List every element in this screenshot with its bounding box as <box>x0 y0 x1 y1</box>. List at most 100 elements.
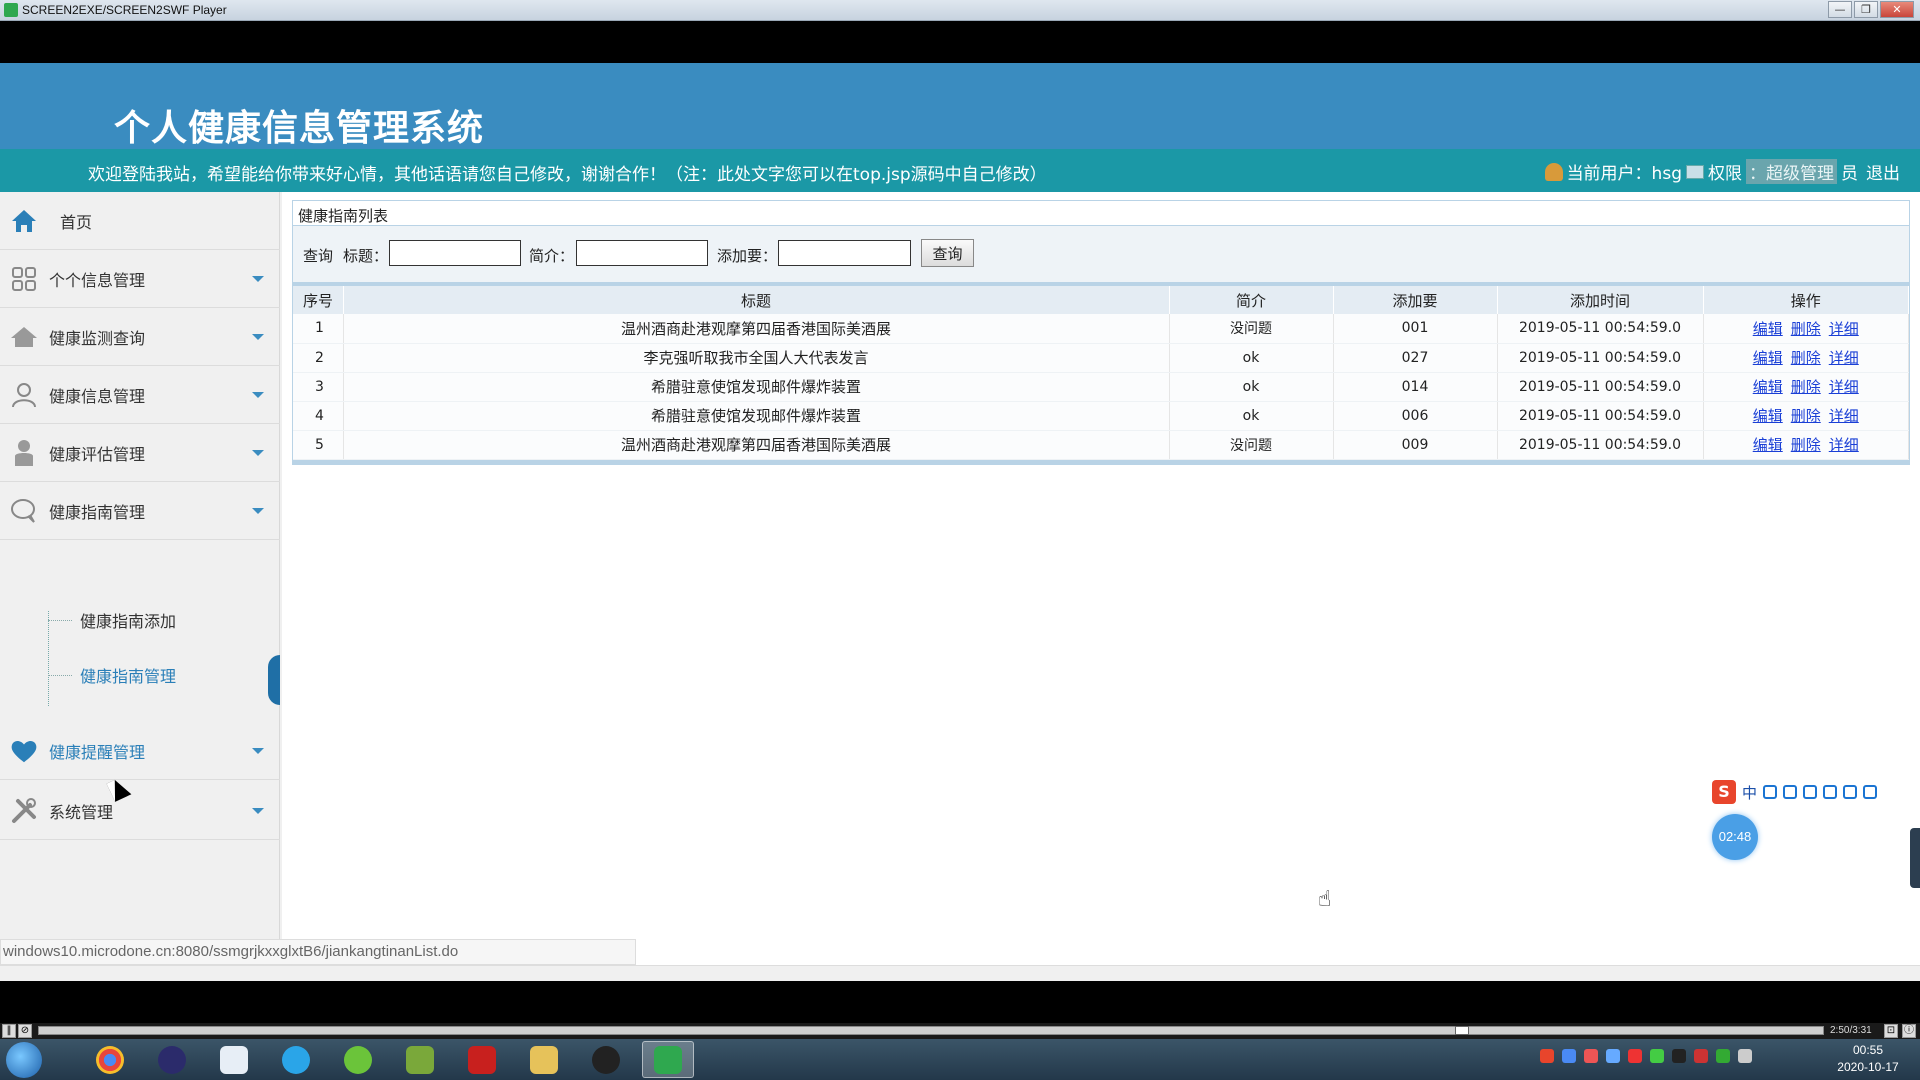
side-dock-tab[interactable] <box>1910 828 1920 888</box>
system-title: 个人健康信息管理系统 <box>114 108 485 149</box>
window-controls: — ❐ ✕ <box>1828 1 1914 18</box>
edit-link[interactable]: 编辑 <box>1753 436 1783 454</box>
taskbar-clock[interactable]: 00:55 2020-10-17 <box>1818 1042 1918 1076</box>
stop-button[interactable]: ⊘ <box>18 1024 32 1038</box>
app-taskbar-icon-3[interactable] <box>208 1041 260 1078</box>
chevron-down-icon <box>252 275 264 282</box>
sidebar-item-system[interactable]: 系统管理 <box>0 782 280 840</box>
tray-icon-2[interactable] <box>1562 1049 1576 1063</box>
detail-link[interactable]: 详细 <box>1829 378 1859 396</box>
player-letterbox-top <box>0 21 1920 63</box>
player-taskbar-icon[interactable] <box>642 1041 694 1078</box>
sidebar-item-health-info[interactable]: 健康信息管理 <box>0 366 280 424</box>
submenu-item-add-guide[interactable]: 健康指南添加 <box>48 605 176 635</box>
chat-icon <box>10 497 38 525</box>
app-taskbar-icon-5[interactable] <box>332 1041 384 1078</box>
table-row: 5 温州酒商赴港观摩第四届香港国际美酒展 没问题 009 2019-05-11 00:5… <box>293 430 1909 460</box>
search-prefix: 查询 <box>303 247 334 265</box>
minimize-button[interactable]: — <box>1828 1 1852 18</box>
fullscreen-icon[interactable]: ⊡ <box>1884 1024 1898 1038</box>
start-button[interactable] <box>6 1042 42 1078</box>
sidebar-item-health-assessment[interactable]: 健康评估管理 <box>0 424 280 482</box>
tray-icon-7[interactable] <box>1672 1049 1686 1063</box>
sidebar-item-label: 健康提醒管理 <box>49 742 146 762</box>
title-label: 标题： <box>343 247 389 265</box>
chrome-taskbar-icon[interactable] <box>84 1041 136 1078</box>
sidebar-item-health-monitor[interactable]: 健康监测查询 <box>0 308 280 366</box>
restore-button[interactable]: ❐ <box>1854 1 1878 18</box>
delete-link[interactable]: 删除 <box>1791 349 1821 367</box>
emoji-icon[interactable] <box>1783 785 1798 799</box>
sidebar-item-health-reminder[interactable]: 健康提醒管理 <box>0 722 280 780</box>
delete-link[interactable]: 删除 <box>1791 436 1821 454</box>
sidebar-item-home[interactable]: 首页 <box>0 192 280 250</box>
cell-ops: 编辑 删除 详细 <box>1703 314 1909 344</box>
delete-link[interactable]: 删除 <box>1791 378 1821 396</box>
seek-handle[interactable] <box>1455 1026 1469 1035</box>
recording-timer[interactable]: 02:48 <box>1712 814 1758 860</box>
detail-link[interactable]: 详细 <box>1829 436 1859 454</box>
close-button[interactable]: ✕ <box>1880 1 1914 18</box>
table-row: 2 李克强听取我市全国人大代表发言 ok 027 2019-05-11 00:54:59… <box>293 343 1909 373</box>
shield-icon[interactable] <box>1606 1049 1620 1063</box>
network-icon[interactable] <box>1716 1049 1730 1063</box>
toolbox-icon[interactable] <box>1863 785 1878 799</box>
submenu-item-label: 健康指南添加 <box>80 612 177 631</box>
cell-title: 李克强听取我市全国人大代表发言 <box>343 343 1170 373</box>
chevron-down-icon <box>252 391 264 398</box>
cell-ops: 编辑 删除 详细 <box>1703 430 1909 460</box>
site-header: 个人健康信息管理系统 <box>0 63 1920 149</box>
col-header-ops: 操作 <box>1703 286 1909 314</box>
volume-icon[interactable] <box>1694 1049 1708 1063</box>
cell-no: 2 <box>293 343 344 373</box>
intro-input[interactable] <box>576 240 708 266</box>
flash-taskbar-icon[interactable] <box>456 1041 508 1078</box>
logout-link[interactable]: 退出 <box>1866 159 1900 184</box>
sidebar-item-health-guide[interactable]: 健康指南管理 <box>0 482 280 540</box>
edit-link[interactable]: 编辑 <box>1753 320 1783 338</box>
detail-link[interactable]: 详细 <box>1829 320 1859 338</box>
chevron-down-icon <box>252 507 264 514</box>
qq-taskbar-icon[interactable] <box>580 1041 632 1078</box>
pause-button[interactable]: ‖ <box>2 1024 16 1038</box>
ime-toolbar[interactable]: S 中 <box>1712 778 1920 806</box>
skin-icon[interactable] <box>1843 785 1858 799</box>
submenu-item-manage-guide[interactable]: 健康指南管理 <box>48 660 176 690</box>
browser-taskbar-icon[interactable] <box>270 1041 322 1078</box>
keyboard-icon[interactable] <box>1823 785 1838 799</box>
tray-icon-3[interactable] <box>1584 1049 1598 1063</box>
app-taskbar-icon-6[interactable] <box>394 1041 446 1078</box>
sidebar-item-personal-info[interactable]: 个个信息管理 <box>0 250 280 308</box>
windows-taskbar: 00:55 2020-10-17 <box>0 1039 1920 1080</box>
microphone-icon[interactable] <box>1803 785 1818 799</box>
punctuation-icon[interactable] <box>1763 785 1778 799</box>
guide-table: 序号 标题 简介 添加要 添加时间 操作 1 温州酒商赴港观摩第四届香港国际美酒展… <box>293 286 1909 460</box>
edit-link[interactable]: 编辑 <box>1753 378 1783 396</box>
action-center-icon[interactable] <box>1738 1049 1752 1063</box>
detail-link[interactable]: 详细 <box>1829 349 1859 367</box>
col-header-no: 序号 <box>293 286 344 314</box>
delete-link[interactable]: 删除 <box>1791 320 1821 338</box>
cell-intro: 没问题 <box>1169 314 1334 344</box>
tray-icon-5[interactable] <box>1628 1049 1642 1063</box>
cell-no: 4 <box>293 401 344 431</box>
tree-dash <box>48 619 72 621</box>
player-controls: ‖ ⊘ 2:50/3:31 ⊡ ⓘ <box>0 1023 1920 1039</box>
col-header-adder: 添加要 <box>1333 286 1498 314</box>
search-button[interactable]: 查询 <box>921 239 974 267</box>
edit-link[interactable]: 编辑 <box>1753 407 1783 425</box>
delete-link[interactable]: 删除 <box>1791 407 1821 425</box>
ime-mode-label[interactable]: 中 <box>1742 782 1757 803</box>
adder-input[interactable] <box>778 240 911 266</box>
sogou-logo-icon[interactable]: S <box>1712 780 1736 804</box>
tray-icon-6[interactable] <box>1650 1049 1664 1063</box>
file-explorer-taskbar-icon[interactable] <box>518 1041 570 1078</box>
edit-link[interactable]: 编辑 <box>1753 349 1783 367</box>
info-icon[interactable]: ⓘ <box>1902 1024 1916 1038</box>
sidebar-item-label: 健康监测查询 <box>49 328 146 348</box>
title-input[interactable] <box>389 240 521 266</box>
sogou-tray-icon[interactable] <box>1540 1049 1554 1063</box>
app-taskbar-icon-2[interactable] <box>146 1041 198 1078</box>
detail-link[interactable]: 详细 <box>1829 407 1859 425</box>
seek-bar[interactable] <box>38 1026 1824 1035</box>
